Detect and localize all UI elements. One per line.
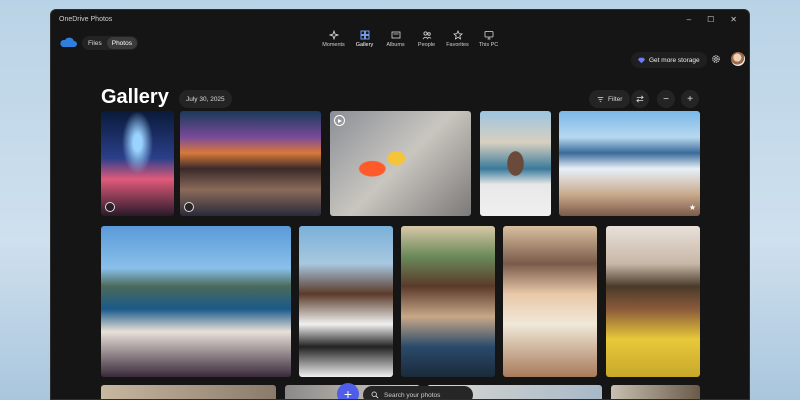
arrows-icon [636,95,644,103]
shared-badge-icon [105,202,115,212]
zoom-in-button[interactable]: + [681,90,699,108]
photo-row3-4[interactable] [611,385,700,399]
photo-row3-1[interactable] [101,385,276,399]
gear-icon[interactable] [711,54,721,64]
nav-gallery[interactable]: Gallery [349,28,380,48]
people-icon [422,31,431,40]
files-tab[interactable]: Files [83,37,107,49]
photos-window: OneDrive Photos – ☐ ✕ Files Photos Momen… [50,9,750,400]
minimize-button[interactable]: – [687,15,691,24]
photo-festival-crowd[interactable] [180,111,321,216]
nav-albums-label: Albums [386,42,405,48]
close-button[interactable]: ✕ [730,15,737,24]
main-nav: Moments Gallery Albums People Favorites … [318,28,504,48]
title-bar: OneDrive Photos – ☐ ✕ [51,10,749,28]
search-input[interactable] [384,391,464,399]
photo-family-car[interactable] [401,226,495,377]
diamond-icon [638,57,645,63]
app-title: OneDrive Photos [59,15,113,23]
nav-this-pc-label: This PC [478,42,499,48]
gallery-icon [360,30,369,40]
filter-button[interactable]: Filter [589,90,631,108]
top-toolbar: Files Photos Moments Gallery Albums Peop… [51,28,749,72]
onedrive-cloud-icon [60,37,77,47]
page-title: Gallery [101,86,169,108]
photo-boat-ride[interactable]: ★ [559,111,700,216]
nav-moments-label: Moments [322,42,345,48]
nav-people-label: People [417,42,436,48]
favorite-star-icon[interactable]: ★ [689,203,696,212]
sparkle-icon [328,30,339,40]
nav-people[interactable]: People [411,28,442,48]
star-icon [452,30,463,40]
play-video-icon [334,115,345,126]
photo-concert-lights[interactable] [101,111,174,216]
nav-gallery-label: Gallery [355,42,374,48]
files-photos-switch: Files Photos [82,36,138,50]
photo-woman-harbor[interactable] [480,111,551,216]
storage-label: Get more storage [649,56,700,64]
photo-selfie-man[interactable] [299,226,393,377]
filter-icon [597,96,604,102]
sort-button[interactable] [631,90,649,108]
search-bar[interactable] [363,386,473,399]
photo-dinner-table[interactable] [503,226,597,377]
photo-woman-toast[interactable] [606,226,700,377]
nav-favorites[interactable]: Favorites [442,28,473,48]
add-button[interactable]: + [337,383,359,399]
nav-albums[interactable]: Albums [380,28,411,48]
filter-label: Filter [608,95,623,103]
avatar[interactable] [731,52,745,66]
photo-ice-pops[interactable] [330,111,471,216]
album-icon [391,31,400,39]
monitor-icon [484,31,493,40]
search-icon [371,391,379,399]
maximize-button[interactable]: ☐ [707,15,714,24]
photo-couple-lakeside[interactable] [101,226,291,377]
nav-this-pc[interactable]: This PC [473,28,504,48]
zoom-out-button[interactable]: − [657,90,675,108]
get-more-storage-button[interactable]: Get more storage [631,52,707,68]
nav-moments[interactable]: Moments [318,28,349,48]
shared-badge-icon [184,202,194,212]
photos-tab[interactable]: Photos [106,37,137,49]
date-chip[interactable]: July 30, 2025 [179,90,232,108]
nav-favorites-label: Favorites [446,42,469,48]
